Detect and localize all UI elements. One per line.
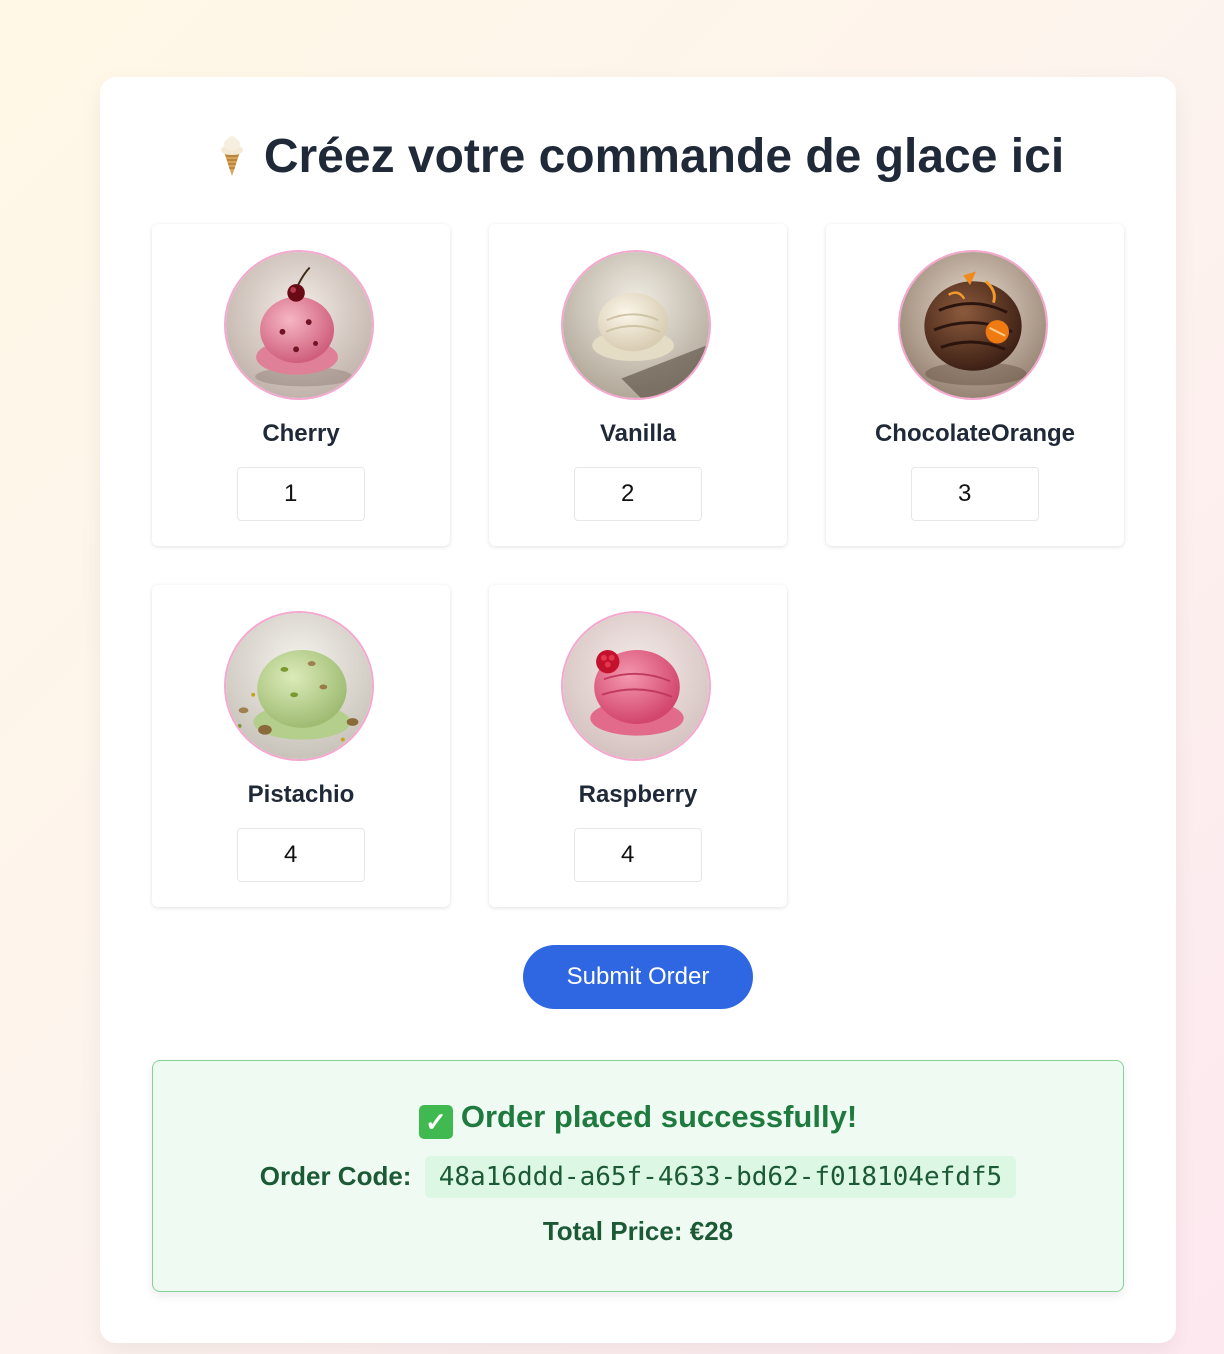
chocolate-orange-ice-cream-image (898, 250, 1048, 400)
check-mark-icon: ✓ (418, 1105, 453, 1139)
quantity-input-pistachio[interactable] (237, 828, 365, 882)
order-card: Créez votre commande de glace ici Cherry… (100, 77, 1176, 1343)
order-code-label: Order Code: (259, 1161, 412, 1191)
vanilla-ice-cream-image (561, 250, 711, 400)
page-title-text: Créez votre commande de glace ici (263, 130, 1065, 183)
total-price-label: Total Price: (542, 1216, 683, 1246)
flavor-card-chocolateorange: ChocolateOrange (826, 224, 1124, 546)
submit-order-button[interactable]: Submit Order (523, 945, 753, 1009)
total-price-row: Total Price: €28 (153, 1216, 1123, 1247)
order-code-row: Order Code: 48a16ddd-a65f-4633-bd62-f018… (153, 1156, 1123, 1198)
quantity-input-raspberry[interactable] (574, 828, 702, 882)
flavor-name: Raspberry (578, 781, 698, 808)
success-heading-text: Order placed successfully! (460, 1099, 858, 1134)
success-heading: ✓ Order placed successfully! (153, 1099, 1123, 1139)
order-success-panel: ✓ Order placed successfully! Order Code: … (152, 1060, 1124, 1292)
flavor-card-vanilla: Vanilla (489, 224, 787, 546)
flavor-name: Cherry (262, 420, 340, 447)
quantity-input-chocolateorange[interactable] (911, 467, 1039, 521)
page-title: Créez votre commande de glace ici (100, 129, 1176, 185)
quantity-input-vanilla[interactable] (574, 467, 702, 521)
raspberry-ice-cream-image (561, 611, 711, 761)
flavor-name: ChocolateOrange (874, 420, 1076, 447)
flavor-name: Vanilla (599, 420, 677, 447)
cherry-ice-cream-image (224, 250, 374, 400)
pistachio-ice-cream-image (224, 611, 374, 761)
ice-cream-cone-icon (212, 130, 252, 178)
flavor-name: Pistachio (247, 781, 355, 808)
flavor-card-raspberry: Raspberry (489, 585, 787, 907)
flavor-card-cherry: Cherry (152, 224, 450, 546)
flavor-card-pistachio: Pistachio (152, 585, 450, 907)
total-price-value: €28 (689, 1216, 734, 1246)
order-code-value: 48a16ddd-a65f-4633-bd62-f018104efdf5 (424, 1156, 1017, 1198)
quantity-input-cherry[interactable] (237, 467, 365, 521)
